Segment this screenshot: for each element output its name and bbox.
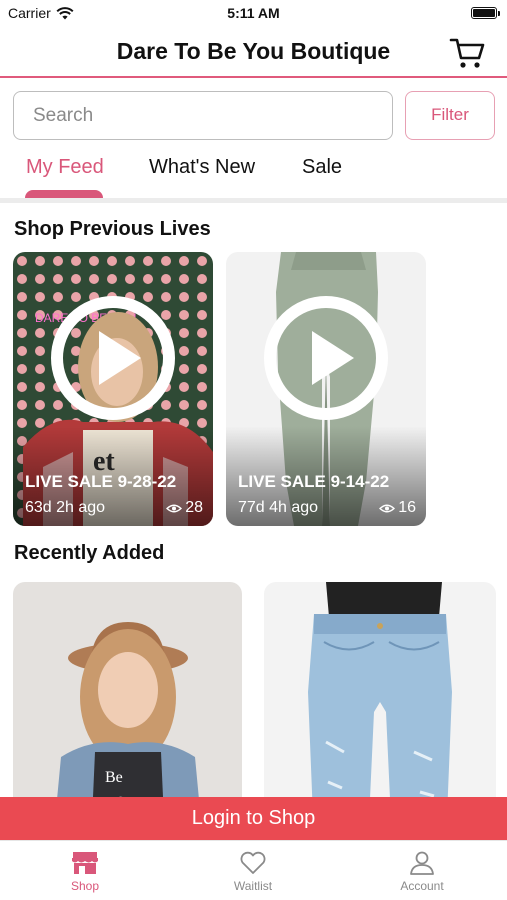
eye-icon [166,504,183,512]
tab-whats-new[interactable]: What's New [149,156,255,179]
tabs-divider [0,198,507,203]
battery-icon [471,7,500,19]
filter-button[interactable]: Filter [405,91,495,140]
live-sale-age: 77d 4h ago [238,499,319,516]
view-count: 28 [185,499,203,516]
cart-icon[interactable] [449,36,485,70]
live-sale-age: 63d 2h ago [25,499,106,516]
person-icon [410,851,434,875]
status-time: 5:11 AM [227,5,280,21]
live-sale-title: LIVE SALE 9-14-22 [238,472,390,491]
app-header: Dare To Be You Boutique [0,26,507,78]
live-sale-card[interactable]: DARE TO BE YOU et LIVE SALE 9-28-22 63d … [13,252,213,526]
tab-sale[interactable]: Sale [302,156,342,179]
feed-tabs: My Feed What's New Sale [0,150,507,200]
status-bar: Carrier 5:11 AM [0,0,507,26]
view-count: 16 [398,499,416,516]
nav-item-waitlist[interactable]: Waitlist [208,851,298,893]
nav-label: Account [400,879,444,893]
heart-icon [240,851,266,874]
live-sale-title: LIVE SALE 9-28-22 [25,472,177,491]
store-icon [72,852,98,874]
nav-item-account[interactable]: Account [377,851,467,893]
nav-label: Waitlist [233,879,273,893]
svg-text:Be: Be [105,769,123,786]
nav-label: Shop [70,879,100,893]
live-sale-card[interactable]: LIVE SALE 9-14-22 77d 4h ago 16 [226,252,426,526]
login-to-shop-button[interactable]: Login to Shop [0,797,507,840]
play-icon[interactable] [51,296,175,420]
play-icon[interactable] [264,296,388,420]
nav-item-shop[interactable]: Shop [40,851,130,893]
store-title: Dare To Be You Boutique [116,38,391,64]
live-sale-views: 16 [379,499,416,517]
eye-icon [379,504,396,512]
section-title-previous-lives: Shop Previous Lives [14,218,211,240]
bottom-nav: Shop Waitlist Account [0,840,507,900]
tab-my-feed[interactable]: My Feed [26,156,104,179]
live-sale-views: 28 [166,499,203,517]
search-input[interactable] [13,91,393,140]
section-title-recently-added: Recently Added [14,542,165,564]
